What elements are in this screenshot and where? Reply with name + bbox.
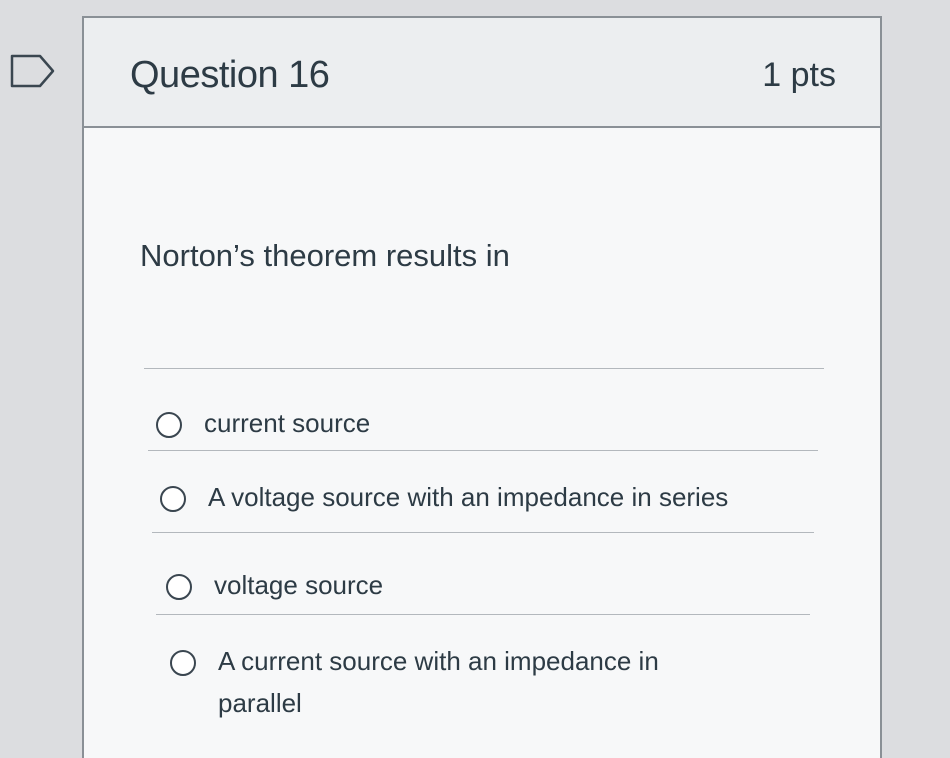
answer-option[interactable]: current source: [156, 406, 370, 444]
radio-button[interactable]: [156, 412, 182, 438]
answer-label: voltage source: [214, 570, 384, 600]
answer-divider: [156, 614, 810, 615]
answer-option[interactable]: A current source with an impedance in pa…: [170, 644, 738, 724]
answer-option[interactable]: voltage source: [166, 568, 383, 606]
question-points: 1 pts: [762, 56, 836, 94]
radio-button[interactable]: [166, 574, 192, 600]
answer-label: current source: [204, 408, 371, 438]
question-title: Question 16: [130, 54, 330, 96]
answer-divider: [152, 532, 814, 533]
radio-button[interactable]: [170, 650, 196, 676]
question-text: Norton’s theorem results in: [140, 238, 510, 273]
question-header: Question 16 1 pts: [84, 18, 880, 128]
question-body: Norton’s theorem results in current sour…: [84, 128, 880, 758]
question-card: Question 16 1 pts Norton’s theorem resul…: [82, 16, 882, 758]
answer-label: A current source with an impedance in pa…: [218, 646, 659, 718]
answer-label: A voltage source with an impedance in se…: [208, 482, 729, 512]
answer-option[interactable]: A voltage source with an impedance in se…: [160, 480, 728, 518]
answer-divider: [144, 368, 824, 369]
answer-divider: [148, 450, 818, 451]
radio-button[interactable]: [160, 486, 186, 512]
flag-icon[interactable]: [10, 52, 56, 90]
